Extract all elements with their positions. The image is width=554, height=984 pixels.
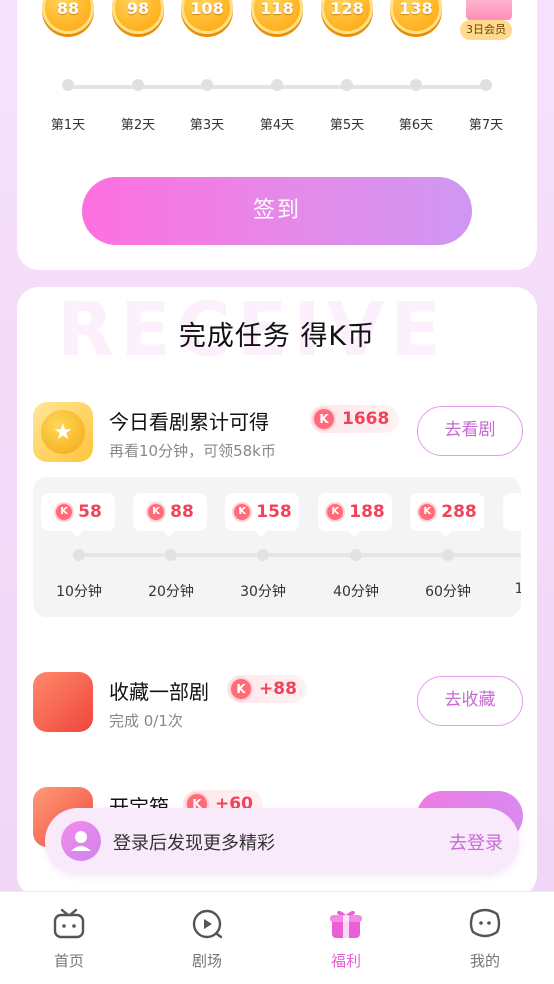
nav-label: 剧场 [191, 952, 222, 970]
task-card: RECEIVE 完成任务 得K币 ★ 今日看剧累计可得 K 1668 再看10分… [17, 287, 537, 897]
k-coin-icon: K [312, 407, 336, 431]
gift-box-icon [466, 0, 512, 20]
milestone-item: K 58 [41, 493, 117, 537]
day3-coin: 108 [181, 0, 233, 34]
title-highlight: 得K币 [300, 314, 375, 353]
task-name: 收藏一部剧 [109, 680, 209, 704]
day2-coin: 98 [112, 0, 164, 34]
nav-theater[interactable]: 剧场 [167, 906, 247, 971]
day-label: 第7天 [468, 118, 504, 133]
day5-coin: 128 [321, 0, 373, 34]
day-label: 第2天 [120, 118, 156, 133]
nav-label: 我的 [469, 952, 500, 970]
task-section-title: 完成任务 得K币 [17, 314, 537, 353]
day-dot [201, 79, 213, 91]
k-coin-icon: K [146, 502, 167, 522]
progress-dot [165, 549, 177, 561]
go-collect-button[interactable]: 去收藏 [417, 676, 523, 726]
task-subtitle: 完成 0/1次 [109, 712, 183, 730]
k-coin-icon: K [54, 502, 75, 522]
coin-row: 88 98 108 118 128 138 3日会员 [17, 0, 537, 42]
vip-reward-badge: 3日会员 [460, 0, 520, 42]
login-prompt-text: 登录后发现更多精彩 [113, 833, 275, 854]
nav-welfare[interactable]: 福利 [306, 906, 386, 971]
milestone-label: 40分钟 [333, 584, 379, 600]
milestone-label: 1 [514, 581, 521, 597]
profile-icon [469, 908, 501, 938]
k-coin-icon: K [417, 502, 438, 522]
go-watch-button[interactable]: 去看剧 [417, 406, 523, 456]
task-collect-drama: 收藏一部剧 K +88 完成 0/1次 去收藏 [33, 672, 523, 742]
day6-coin: 138 [390, 0, 442, 34]
progress-dot [73, 549, 85, 561]
day-dot [480, 79, 492, 91]
user-icon [71, 831, 91, 851]
vip-label: 3日会员 [460, 20, 512, 40]
day-dot [410, 79, 422, 91]
k-coin-icon: K [232, 502, 253, 522]
k-coin-icon: K [325, 502, 346, 522]
day-label: 第5天 [329, 118, 365, 133]
reward-badge: K +88 [227, 675, 307, 703]
k-coin-icon: K [229, 677, 253, 701]
login-link[interactable]: 去登录 [449, 829, 503, 855]
nav-label: 福利 [330, 952, 361, 970]
day-label: 第1天 [50, 118, 86, 133]
login-banner[interactable]: 登录后发现更多精彩 去登录 [45, 808, 519, 874]
milestone-label: 60分钟 [425, 584, 471, 600]
day-label: 第3天 [189, 118, 225, 133]
nav-profile[interactable]: 我的 [445, 906, 525, 971]
nav-home[interactable]: 首页 [29, 906, 109, 971]
gift-icon [330, 910, 362, 938]
bottom-nav: 首页 剧场 福利 我的 [0, 891, 554, 984]
lucky-bag-icon [33, 672, 93, 732]
day-dot [271, 79, 283, 91]
day4-coin: 118 [251, 0, 303, 34]
task-watch-drama: ★ 今日看剧累计可得 K 1668 再看10分钟，可领58k币 去看剧 [33, 402, 523, 472]
day-label: 第6天 [398, 118, 434, 133]
milestone-label: 20分钟 [148, 584, 194, 600]
progress-dot [257, 549, 269, 561]
day1-coin: 88 [42, 0, 94, 34]
checkin-card: 88 98 108 118 128 138 3日会员 第1天 第2天 第3天 第… [17, 0, 537, 270]
coin-icon: ★ [33, 402, 93, 462]
milestone-item: K 288 [410, 493, 486, 537]
day-dot [62, 79, 74, 91]
milestone-item: K 188 [318, 493, 394, 537]
reward-badge: K 1668 [310, 405, 400, 433]
nav-label: 首页 [53, 952, 84, 970]
day-dot [132, 79, 144, 91]
day-label: 第4天 [259, 118, 295, 133]
task-name: 今日看剧累计可得 [109, 410, 269, 434]
milestone-item: K [503, 493, 521, 531]
watch-progress-panel[interactable]: K58 K88 K158 K188 K288 K 10分钟 20分钟 30分钟 … [33, 477, 521, 617]
milestone-item: K 88 [133, 493, 209, 537]
sign-in-button[interactable]: 签到 [82, 177, 472, 245]
tv-icon [53, 908, 85, 939]
progress-dot [350, 549, 362, 561]
progress-dot [442, 549, 454, 561]
task-subtitle: 再看10分钟，可领58k币 [109, 442, 276, 460]
milestone-item: K 158 [225, 493, 301, 537]
milestone-label: 30分钟 [240, 584, 286, 600]
avatar-icon [61, 821, 101, 861]
milestone-label: 10分钟 [56, 584, 102, 600]
theater-icon [192, 909, 223, 939]
day-dot [341, 79, 353, 91]
